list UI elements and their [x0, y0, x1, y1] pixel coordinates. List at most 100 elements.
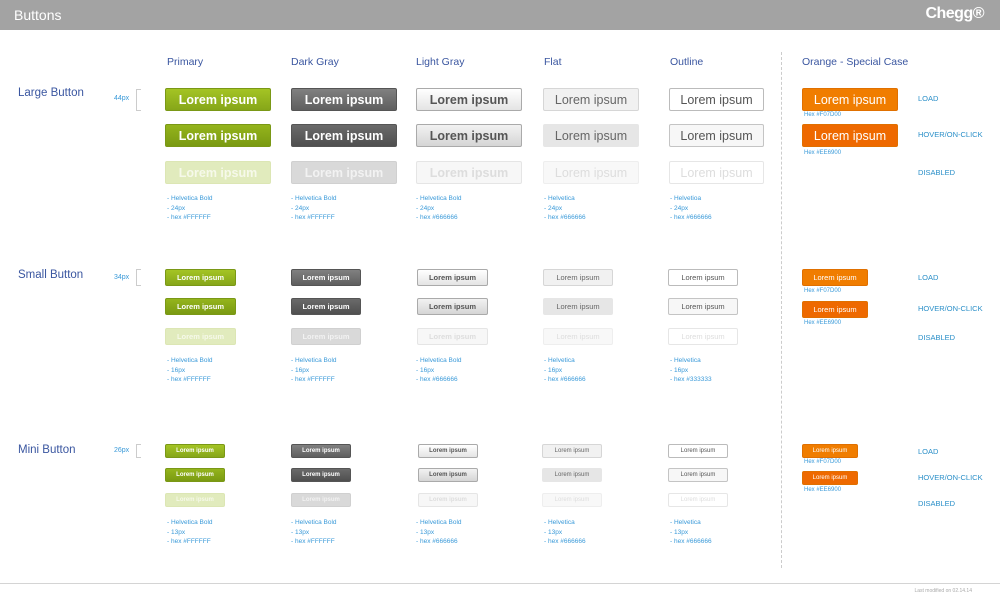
large-flat-load-button[interactable]: Lorem ipsum [543, 88, 639, 111]
size-bracket-small [136, 269, 141, 286]
mini-primary-hover-button[interactable]: Lorem ipsum [165, 468, 225, 482]
small-flat-load-button[interactable]: Lorem ipsum [543, 269, 613, 286]
mini-dark-load-button[interactable]: Lorem ipsum [291, 444, 351, 458]
small-light-spec: - Helvetica Bold - 16px - hex #666666 [416, 357, 462, 383]
section-title-large: Large Button [18, 87, 84, 99]
mini-outline-spec: - Helvetica - 13px - hex #666666 [670, 519, 712, 545]
mini-light-load-button[interactable]: Lorem ipsum [418, 444, 478, 458]
large-flat-spec: - Helvetica - 24px - hex #666666 [544, 195, 586, 221]
large-primary-hover-button[interactable]: Lorem ipsum [165, 124, 271, 147]
mini-light-hover-button[interactable]: Lorem ipsum [418, 468, 478, 482]
large-orange-hover-hex: Hex #EE6900 [804, 150, 842, 156]
small-flat-hover-button[interactable]: Lorem ipsum [543, 298, 613, 315]
mini-flat-spec: - Helvetica - 13px - hex #666666 [544, 519, 586, 545]
mini-orange-hover-button[interactable]: Lorem ipsum [802, 471, 858, 485]
mini-dark-hover-button[interactable]: Lorem ipsum [291, 468, 351, 482]
mini-state-disabled: DISABLED [918, 499, 956, 508]
large-orange-hover-button[interactable]: Lorem ipsum [802, 124, 898, 147]
small-outline-load-button[interactable]: Lorem ipsum [668, 269, 738, 286]
mini-orange-hover-hex: Hex #EE6900 [804, 487, 842, 493]
mini-primary-load-button[interactable]: Lorem ipsum [165, 444, 225, 458]
large-dark-disabled-button: Lorem ipsum [291, 161, 397, 184]
small-flat-spec: - Helvetica - 16px - hex #666666 [544, 357, 586, 383]
mini-outline-disabled-button: Lorem ipsum [668, 493, 728, 507]
small-primary-spec: - Helvetica Bold - 16px - hex #FFFFFF [167, 357, 213, 383]
size-tag-small: 34px [114, 274, 130, 281]
column-heading-primary: Primary [167, 56, 204, 68]
mini-dark-disabled-button: Lorem ipsum [291, 493, 351, 507]
mini-flat-load-button[interactable]: Lorem ipsum [542, 444, 602, 458]
small-primary-disabled-button: Lorem ipsum [165, 328, 236, 345]
large-flat-disabled-button: Lorem ipsum [543, 161, 639, 184]
column-heading-orange: Orange - Special Case [802, 56, 909, 68]
small-flat-disabled-button: Lorem ipsum [543, 328, 613, 345]
large-primary-spec: - Helvetica Bold - 24px - hex #FFFFFF [167, 195, 213, 221]
mini-flat-disabled-button: Lorem ipsum [542, 493, 602, 507]
large-dark-load-button[interactable]: Lorem ipsum [291, 88, 397, 111]
small-dark-hover-button[interactable]: Lorem ipsum [291, 298, 361, 315]
mini-orange-load-hex: Hex #F07D00 [804, 459, 842, 465]
top-bar: Buttons Chegg® [0, 0, 1000, 30]
small-orange-load-hex: Hex #F07D00 [804, 288, 842, 294]
small-state-hover: HOVER/ON-CLICK [918, 304, 983, 313]
section-title-small: Small Button [18, 269, 84, 281]
column-heading-flat: Flat [544, 56, 562, 68]
mini-outline-hover-button[interactable]: Lorem ipsum [668, 468, 728, 482]
column-heading-outline: Outline [670, 56, 704, 68]
mini-state-hover: HOVER/ON-CLICK [918, 473, 983, 482]
mini-light-spec: - Helvetica Bold - 13px - hex #666666 [416, 519, 462, 545]
mini-outline-load-button[interactable]: Lorem ipsum [668, 444, 728, 458]
last-modified: Last modified on 02.14.14 [914, 588, 972, 594]
large-dark-spec: - Helvetica Bold - 24px - hex #FFFFFF [291, 195, 337, 221]
small-dark-spec: - Helvetica Bold - 16px - hex #FFFFFF [291, 357, 337, 383]
large-light-disabled-button: Lorem ipsum [416, 161, 522, 184]
large-state-hover: HOVER/ON-CLICK [918, 130, 983, 139]
footer-divider [0, 583, 1000, 584]
page-title: Buttons [14, 7, 62, 23]
small-outline-hover-button[interactable]: Lorem ipsum [668, 298, 738, 315]
size-tag-mini: 26px [114, 447, 130, 454]
size-bracket-mini [136, 444, 141, 458]
mini-orange-load-button[interactable]: Lorem ipsum [802, 444, 858, 458]
mini-primary-spec: - Helvetica Bold - 13px - hex #FFFFFF [167, 519, 213, 545]
small-dark-load-button[interactable]: Lorem ipsum [291, 269, 361, 286]
small-primary-hover-button[interactable]: Lorem ipsum [165, 298, 236, 315]
small-orange-load-button[interactable]: Lorem ipsum [802, 269, 868, 286]
mini-flat-hover-button[interactable]: Lorem ipsum [542, 468, 602, 482]
small-orange-hover-hex: Hex #EE6900 [804, 320, 842, 326]
small-dark-disabled-button: Lorem ipsum [291, 328, 361, 345]
large-primary-load-button[interactable]: Lorem ipsum [165, 88, 271, 111]
size-bracket-large [136, 89, 141, 111]
large-outline-disabled-button: Lorem ipsum [669, 161, 764, 184]
large-orange-load-hex: Hex #F07D00 [804, 112, 842, 118]
small-light-hover-button[interactable]: Lorem ipsum [417, 298, 488, 315]
section-title-mini: Mini Button [18, 444, 76, 456]
small-orange-hover-button[interactable]: Lorem ipsum [802, 301, 868, 318]
large-light-spec: - Helvetica Bold - 24px - hex #666666 [416, 195, 462, 221]
mini-state-load: LOAD [918, 447, 939, 456]
large-orange-load-button[interactable]: Lorem ipsum [802, 88, 898, 111]
small-light-disabled-button: Lorem ipsum [417, 328, 488, 345]
large-state-load: LOAD [918, 94, 939, 103]
large-state-disabled: DISABLED [918, 168, 956, 177]
large-outline-hover-button[interactable]: Lorem ipsum [669, 124, 764, 147]
large-flat-hover-button[interactable]: Lorem ipsum [543, 124, 639, 147]
small-outline-disabled-button: Lorem ipsum [668, 328, 738, 345]
mini-dark-spec: - Helvetica Bold - 13px - hex #FFFFFF [291, 519, 337, 545]
column-heading-dark-gray: Dark Gray [291, 56, 339, 68]
mini-light-disabled-button: Lorem ipsum [418, 493, 478, 507]
large-dark-hover-button[interactable]: Lorem ipsum [291, 124, 397, 147]
column-divider [781, 52, 782, 568]
small-primary-load-button[interactable]: Lorem ipsum [165, 269, 236, 286]
small-state-disabled: DISABLED [918, 333, 956, 342]
large-light-hover-button[interactable]: Lorem ipsum [416, 124, 522, 147]
large-light-load-button[interactable]: Lorem ipsum [416, 88, 522, 111]
large-primary-disabled-button: Lorem ipsum [165, 161, 271, 184]
small-outline-spec: - Helvetica - 16px - hex #333333 [670, 357, 712, 383]
chegg-logo: Chegg® [925, 5, 984, 22]
size-tag-large: 44px [114, 95, 130, 102]
large-outline-spec: - Helvetioa - 24px - hex #666666 [670, 195, 712, 221]
small-light-load-button[interactable]: Lorem ipsum [417, 269, 488, 286]
small-state-load: LOAD [918, 273, 939, 282]
large-outline-load-button[interactable]: Lorem ipsum [669, 88, 764, 111]
